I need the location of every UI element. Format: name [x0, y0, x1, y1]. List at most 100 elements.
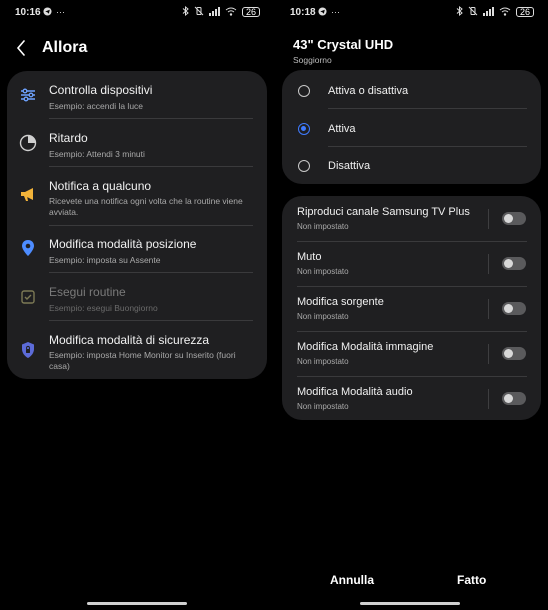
setting-title: Riproduci canale Samsung TV Plus [297, 206, 470, 218]
action-subtitle: Esempio: Attendi 3 minuti [49, 149, 145, 159]
setting-row-modalita-audio[interactable]: Modifica Modalità audio Non impostato [282, 384, 541, 429]
home-indicator[interactable] [87, 602, 187, 605]
action-subtitle: Esempio: esegui Buongiorno [49, 303, 158, 313]
done-button[interactable]: Fatto [457, 573, 486, 587]
toggle-switch[interactable] [502, 257, 526, 270]
location-pin-icon [19, 239, 37, 257]
divider [49, 118, 253, 119]
home-indicator[interactable] [360, 602, 460, 605]
tv-settings-screen: 10:18 ··· 26 43" Crystal UHD Soggiorno A… [274, 0, 548, 610]
signal-icon [209, 6, 220, 18]
radio-button[interactable] [298, 160, 310, 172]
back-arrow-icon[interactable] [16, 38, 30, 58]
routine-actions-screen: 10:16 ··· 26 Allora Controlla dispositiv… [0, 0, 274, 610]
radio-label: Attiva o disattiva [328, 85, 409, 97]
divider [49, 166, 253, 167]
radio-option-attiva[interactable]: Attiva [282, 110, 541, 148]
bluetooth-icon [456, 5, 463, 18]
setting-status: Non impostato [297, 402, 349, 411]
setting-row-samsung-tv-plus[interactable]: Riproduci canale Samsung TV Plus Non imp… [282, 204, 541, 249]
wifi-icon [499, 7, 511, 18]
action-item-esegui-routine[interactable]: Esegui routine Esempio: esegui Buongiorn… [7, 283, 267, 323]
status-bar: 10:16 ··· 26 [0, 5, 274, 21]
setting-status: Non impostato [297, 222, 349, 231]
action-subtitle: Esempio: accendi la luce [49, 101, 144, 111]
status-bar: 10:18 ··· 26 [274, 5, 548, 21]
action-subtitle: Esempio: imposta su Assente [49, 255, 161, 265]
radio-button[interactable] [298, 85, 310, 97]
megaphone-icon [19, 185, 37, 203]
toggle-switch[interactable] [502, 392, 526, 405]
separator [488, 344, 489, 364]
more-notifications-icon: ··· [331, 7, 340, 17]
separator [488, 389, 489, 409]
action-item-ritardo[interactable]: Ritardo Esempio: Attendi 3 minuti [7, 129, 267, 169]
divider [49, 225, 253, 226]
actions-card: Controlla dispositivi Esempio: accendi l… [7, 71, 267, 379]
telegram-icon [43, 7, 52, 18]
action-subtitle: Esempio: imposta Home Monitor su Inserit… [49, 350, 236, 371]
status-time: 10:18 [290, 7, 316, 18]
setting-title: Modifica Modalità immagine [297, 341, 434, 353]
setting-title: Modifica sorgente [297, 296, 384, 308]
wifi-icon [225, 7, 237, 18]
radio-label: Attiva [328, 123, 356, 135]
action-item-sicurezza[interactable]: Modifica modalità di sicurezza Esempio: … [7, 331, 267, 375]
clock-icon [19, 134, 37, 152]
action-subtitle: Ricevete una notifica ogni volta che la … [49, 196, 243, 217]
more-notifications-icon: ··· [56, 7, 65, 17]
setting-status: Non impostato [297, 357, 349, 366]
status-icons: 26 [182, 5, 260, 18]
action-title: Notifica a qualcuno [49, 179, 152, 193]
action-title: Modifica modalità di sicurezza [49, 333, 210, 347]
shield-icon [19, 341, 37, 359]
action-title: Controlla dispositivi [49, 83, 153, 97]
toggle-switch[interactable] [502, 212, 526, 225]
action-title: Esegui routine [49, 285, 126, 299]
separator [488, 209, 489, 229]
divider [49, 320, 253, 321]
setting-row-sorgente[interactable]: Modifica sorgente Non impostato [282, 294, 541, 339]
radio-option-attiva-o-disattiva[interactable]: Attiva o disattiva [282, 72, 541, 110]
divider [297, 241, 527, 242]
sliders-icon [19, 86, 37, 104]
power-options-card: Attiva o disattiva Attiva Disattiva [282, 70, 541, 184]
battery-icon: 26 [516, 7, 534, 17]
cancel-button[interactable]: Annulla [330, 573, 374, 587]
tv-settings-card: Riproduci canale Samsung TV Plus Non imp… [282, 196, 541, 420]
battery-icon: 26 [242, 7, 260, 17]
divider [297, 376, 527, 377]
separator [488, 254, 489, 274]
vibrate-off-icon [194, 6, 204, 18]
signal-icon [483, 6, 494, 18]
radio-label: Disattiva [328, 160, 371, 172]
routine-icon [19, 288, 37, 306]
vibrate-off-icon [468, 6, 478, 18]
setting-row-modalita-immagine[interactable]: Modifica Modalità immagine Non impostato [282, 339, 541, 384]
radio-option-disattiva[interactable]: Disattiva [282, 147, 541, 185]
setting-title: Muto [297, 251, 322, 263]
setting-title: Modifica Modalità audio [297, 386, 413, 398]
status-time: 10:16 [15, 7, 41, 18]
action-item-controlla-dispositivi[interactable]: Controlla dispositivi Esempio: accendi l… [7, 81, 267, 121]
action-item-posizione[interactable]: Modifica modalità posizione Esempio: imp… [7, 235, 267, 275]
setting-status: Non impostato [297, 267, 349, 276]
status-icons: 26 [456, 5, 534, 18]
divider [297, 286, 527, 287]
separator [488, 299, 489, 319]
radio-button-selected[interactable] [298, 123, 310, 135]
action-title: Ritardo [49, 131, 88, 145]
divider [49, 272, 253, 273]
telegram-icon [318, 7, 327, 18]
bluetooth-icon [182, 5, 189, 18]
divider [328, 108, 527, 109]
setting-row-muto[interactable]: Muto Non impostato [282, 249, 541, 294]
toggle-switch[interactable] [502, 302, 526, 315]
page-title: Allora [42, 39, 88, 56]
divider [297, 331, 527, 332]
action-title: Modifica modalità posizione [49, 237, 197, 251]
action-item-notifica[interactable]: Notifica a qualcuno Ricevete una notific… [7, 177, 267, 225]
setting-status: Non impostato [297, 312, 349, 321]
toggle-switch[interactable] [502, 347, 526, 360]
device-room: Soggiorno [293, 55, 332, 65]
